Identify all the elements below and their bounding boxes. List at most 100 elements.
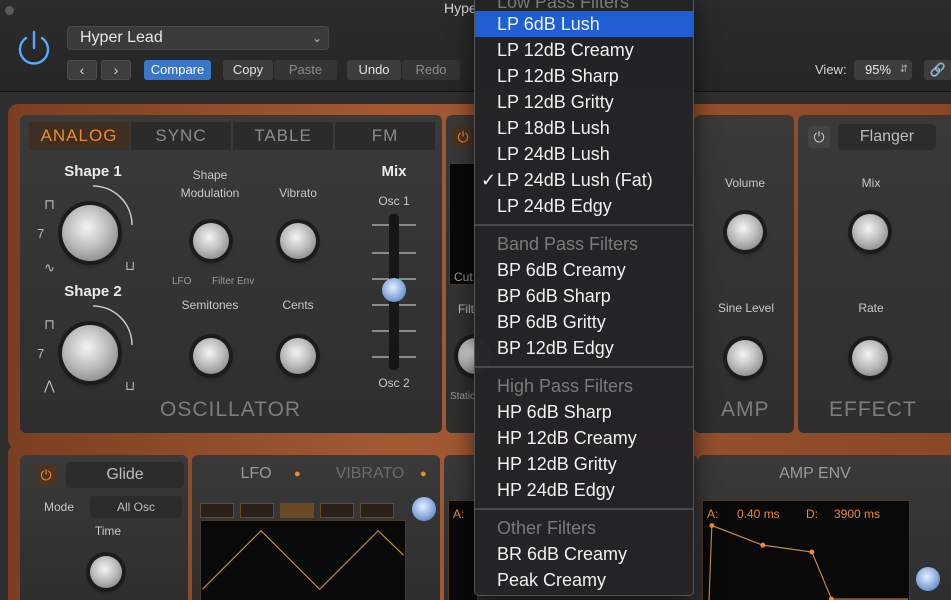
stepper-icon: ⇵ bbox=[899, 64, 908, 75]
lfo-shape-square[interactable] bbox=[320, 503, 354, 518]
osc2-label: Osc 2 bbox=[378, 376, 410, 390]
power-icon[interactable] bbox=[14, 29, 54, 69]
checkmark-icon: ✓ bbox=[481, 170, 497, 190]
amp-env-title: AMP ENV bbox=[779, 465, 851, 482]
amp-env-slider[interactable] bbox=[916, 567, 940, 591]
preset-select[interactable]: Hyper Lead ⌄ bbox=[67, 26, 329, 50]
redo-button[interactable]: Redo bbox=[402, 60, 460, 80]
menu-item-bp-6db-creamy[interactable]: BP 6dB Creamy bbox=[475, 257, 693, 283]
lfo-shape-triangle[interactable] bbox=[280, 503, 314, 518]
vibrato-label: Vibrato bbox=[279, 186, 317, 200]
pulse-wave-icon: ⊔ bbox=[125, 258, 136, 273]
shape-modulation-knob[interactable] bbox=[193, 223, 229, 259]
power-icon[interactable]: ⏻ bbox=[808, 126, 830, 148]
osc1-label: Osc 1 bbox=[378, 194, 410, 208]
menu-item-hp-12db-gritty[interactable]: HP 12dB Gritty bbox=[475, 451, 693, 477]
static-label: Static bbox=[450, 391, 476, 402]
semitones-label: Semitones bbox=[181, 298, 239, 312]
menu-item-peak-creamy[interactable]: Peak Creamy bbox=[475, 567, 693, 593]
effect-type-select[interactable]: Flanger bbox=[838, 124, 936, 150]
window-title: Hype bbox=[444, 0, 477, 16]
menu-item-hp-6db-sharp[interactable]: HP 6dB Sharp bbox=[475, 399, 693, 425]
power-icon[interactable]: ⏻ bbox=[452, 126, 474, 148]
effect-mix-knob[interactable] bbox=[852, 214, 888, 250]
paste-button[interactable]: Paste bbox=[274, 60, 337, 80]
mode-label: Mode bbox=[44, 500, 75, 514]
menu-item-lp-24db-edgy[interactable]: LP 24dB Edgy bbox=[475, 193, 693, 219]
power-icon[interactable]: ⏻ bbox=[35, 464, 57, 486]
lfo-shape-ramp-up[interactable] bbox=[240, 503, 274, 518]
menu-item-bp-6db-sharp[interactable]: BP 6dB Sharp bbox=[475, 283, 693, 309]
shape1-arc bbox=[92, 185, 133, 226]
link-icon[interactable]: 🔗 bbox=[924, 60, 951, 80]
window-close-button[interactable] bbox=[5, 6, 14, 15]
sine-level-label: Sine Level bbox=[717, 301, 775, 315]
menu-header-band-pass: Band Pass Filters bbox=[497, 234, 639, 254]
menu-item-lp-18db-lush[interactable]: LP 18dB Lush bbox=[475, 115, 693, 141]
semitones-knob[interactable] bbox=[193, 338, 229, 374]
tab-sync[interactable]: SYNC bbox=[131, 122, 231, 150]
sine-level-knob[interactable] bbox=[727, 340, 763, 376]
tab-vibrato[interactable]: VIBRATO bbox=[330, 465, 410, 483]
glide-time-knob[interactable] bbox=[90, 556, 122, 588]
tab-table[interactable]: TABLE bbox=[233, 122, 333, 150]
menu-separator bbox=[475, 508, 693, 510]
menu-separator bbox=[475, 366, 693, 368]
preset-name: Hyper Lead bbox=[80, 29, 163, 46]
effect-section-title: EFFECT bbox=[829, 398, 917, 421]
menu-item-lp-12db-creamy[interactable]: LP 12dB Creamy bbox=[475, 37, 693, 63]
menu-item-br-6db-creamy[interactable]: BR 6dB Creamy bbox=[475, 541, 693, 567]
menu-item-lp-12db-sharp[interactable]: LP 12dB Sharp bbox=[475, 63, 693, 89]
cents-label: Cents bbox=[282, 298, 314, 312]
oscillator-tabs: ANALOG SYNC TABLE FM bbox=[29, 122, 435, 150]
lfo-shape-ramp-down[interactable] bbox=[200, 503, 234, 518]
lfo-shape-sample-hold[interactable] bbox=[360, 503, 394, 518]
menu-item-bp-12db-edgy[interactable]: BP 12dB Edgy bbox=[475, 335, 693, 361]
filter-type-menu: Low Pass Filters LP 6dB Lush LP 12dB Cre… bbox=[474, 0, 694, 596]
time-label: Time bbox=[94, 524, 122, 538]
cents-knob[interactable] bbox=[280, 338, 316, 374]
view-zoom-value: 95% bbox=[865, 62, 892, 77]
shape-mod-label-line2: Modulation bbox=[180, 186, 240, 200]
menu-item-lp-24db-lush-fat[interactable]: ✓ LP 24dB Lush (Fat) bbox=[475, 167, 693, 193]
copy-button[interactable]: Copy bbox=[223, 60, 273, 80]
saw-wave-icon: 7 bbox=[37, 346, 45, 361]
menu-item-lp-12db-gritty[interactable]: LP 12dB Gritty bbox=[475, 89, 693, 115]
amp-env-decay-value: 3900 ms bbox=[834, 507, 881, 521]
menu-item-lp-24db-lush[interactable]: LP 24dB Lush bbox=[475, 141, 693, 167]
menu-item-label: LP 24dB Lush (Fat) bbox=[497, 170, 653, 190]
amp-env-decay-label: D: bbox=[806, 507, 818, 521]
mode-select[interactable]: All Osc bbox=[90, 496, 182, 518]
menu-item-bp-6db-gritty[interactable]: BP 6dB Gritty bbox=[475, 309, 693, 335]
menu-separator bbox=[475, 224, 693, 226]
square-wave-icon: ⊓ bbox=[44, 316, 55, 332]
next-preset-button[interactable]: › bbox=[101, 60, 131, 80]
mix-label: Mix bbox=[381, 163, 407, 180]
chevron-down-icon: ⌄ bbox=[311, 31, 322, 45]
undo-button[interactable]: Undo bbox=[347, 60, 401, 80]
tab-analog[interactable]: ANALOG bbox=[29, 122, 129, 150]
volume-knob[interactable] bbox=[727, 214, 763, 250]
filter-env-mod-label: Filter Env bbox=[212, 276, 255, 287]
tab-lfo[interactable]: LFO bbox=[226, 465, 286, 483]
tab-fm[interactable]: FM bbox=[335, 122, 435, 150]
amp-env-attack-label: A: bbox=[707, 507, 719, 521]
vibrato-indicator-icon: ● bbox=[420, 468, 427, 480]
compare-button[interactable]: Compare bbox=[144, 60, 211, 80]
vibrato-knob[interactable] bbox=[280, 223, 316, 259]
view-zoom-select[interactable]: 95% ⇵ bbox=[854, 60, 912, 80]
menu-item-hp-12db-creamy[interactable]: HP 12dB Creamy bbox=[475, 425, 693, 451]
glide-label: Glide bbox=[66, 462, 184, 488]
shape2-label: Shape 2 bbox=[64, 283, 122, 300]
alchemy-plugin-window: Hype Hyper Lead ⌄ ‹ › Compare Copy Paste… bbox=[0, 0, 951, 600]
osc-mix-fader[interactable] bbox=[382, 278, 406, 302]
effect-panel bbox=[798, 115, 951, 433]
square-wave-icon: ⊓ bbox=[44, 196, 55, 212]
effect-rate-knob[interactable] bbox=[852, 340, 888, 376]
noise-wave-icon: ∿ bbox=[44, 260, 55, 275]
lfo-rate-slider[interactable] bbox=[412, 497, 436, 521]
menu-item-lp-6db-lush[interactable]: LP 6dB Lush bbox=[475, 11, 693, 37]
menu-item-hp-24db-edgy[interactable]: HP 24dB Edgy bbox=[475, 477, 693, 503]
amp-section-title: AMP bbox=[721, 398, 770, 421]
previous-preset-button[interactable]: ‹ bbox=[67, 60, 97, 80]
